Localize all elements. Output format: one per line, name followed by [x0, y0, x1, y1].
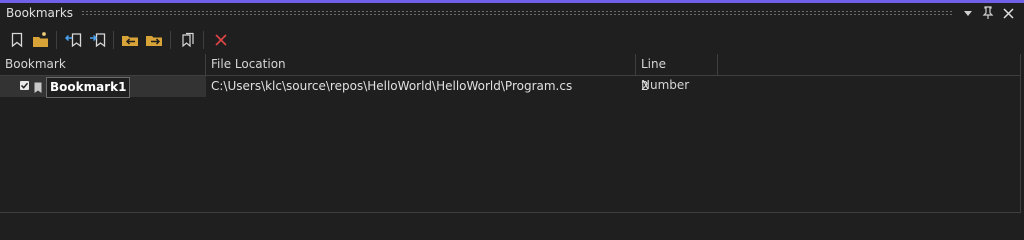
- grid-header: Bookmark File Location Line Number: [0, 54, 1020, 92]
- next-bookmark-in-folder-icon[interactable]: [144, 29, 166, 51]
- column-header-bookmark[interactable]: Bookmark: [0, 54, 206, 75]
- window-position-dropdown-icon[interactable]: [960, 5, 976, 21]
- toolbar-separator: [113, 31, 114, 49]
- previous-bookmark-in-folder-icon[interactable]: [120, 29, 142, 51]
- bookmark-enabled-checkbox[interactable]: [20, 81, 29, 90]
- toolbar-separator: [170, 31, 171, 49]
- previous-bookmark-icon[interactable]: [63, 29, 85, 51]
- bookmarks-grid: Bookmark File Location Line Number Bookm…: [0, 54, 1021, 213]
- column-header-file-location[interactable]: File Location: [206, 54, 636, 75]
- bookmark-cell[interactable]: Bookmark1: [0, 76, 206, 98]
- disable-all-bookmarks-icon[interactable]: [177, 29, 199, 51]
- pin-icon[interactable]: [980, 5, 996, 21]
- line-number-cell: 2: [641, 79, 649, 93]
- bookmarks-toolbar: [0, 27, 1024, 53]
- table-row[interactable]: Bookmark1 C:\Users\klc\source\repos\Hell…: [0, 76, 1020, 98]
- tool-window-titlebar[interactable]: Bookmarks: [0, 3, 1024, 23]
- close-icon[interactable]: [1000, 5, 1016, 21]
- toolbar-separator: [56, 31, 57, 49]
- new-bookmark-folder-icon[interactable]: [30, 29, 52, 51]
- bookmark-name-edit[interactable]: Bookmark1: [46, 77, 131, 98]
- toggle-bookmark-icon[interactable]: [6, 29, 28, 51]
- file-location-cell: C:\Users\klc\source\repos\HelloWorld\Hel…: [211, 79, 573, 93]
- bottom-panel-gap: [0, 213, 1024, 225]
- toolbar-separator: [203, 31, 204, 49]
- delete-bookmark-icon[interactable]: [210, 29, 232, 51]
- next-bookmark-icon[interactable]: [87, 29, 109, 51]
- window-title: Bookmarks: [6, 6, 74, 20]
- column-header-line-number[interactable]: Line Number: [636, 54, 718, 92]
- bookmark-icon: [34, 80, 42, 101]
- drag-grip[interactable]: [81, 10, 952, 16]
